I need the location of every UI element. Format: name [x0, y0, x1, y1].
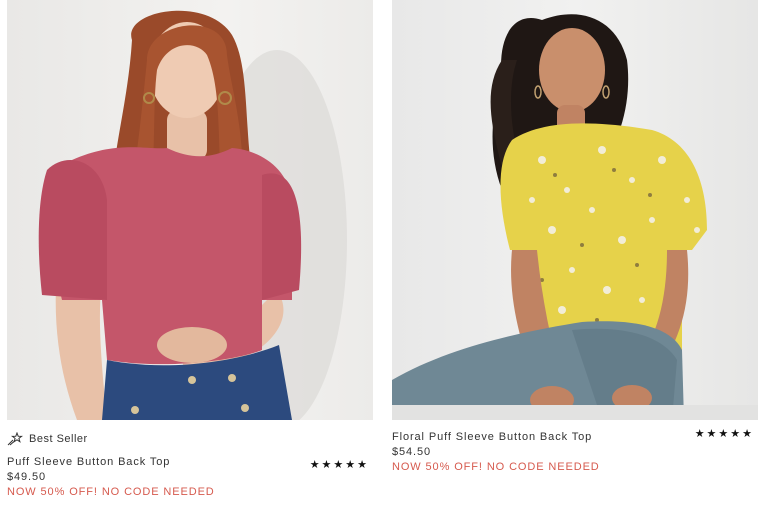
- promo-text: NOW 50% OFF! NO CODE NEEDED: [7, 486, 215, 498]
- product-title[interactable]: Puff Sleeve Button Back Top: [7, 456, 170, 468]
- product-card[interactable]: Floral Puff Sleeve Button Back Top ★★★★★…: [392, 0, 758, 473]
- product-price: $54.50: [392, 446, 432, 458]
- promo-text: NOW 50% OFF! NO CODE NEEDED: [392, 461, 600, 473]
- product-photo-illustration: [38, 10, 347, 420]
- product-card[interactable]: Best Seller Puff Sleeve Button Back Top …: [7, 0, 373, 498]
- shooting-star-icon: [7, 432, 23, 446]
- best-seller-label: Best Seller: [29, 433, 88, 445]
- best-seller-badge: Best Seller: [7, 432, 88, 446]
- product-price: $49.50: [7, 471, 47, 483]
- product-title[interactable]: Floral Puff Sleeve Button Back Top: [392, 431, 592, 443]
- star-rating[interactable]: ★★★★★: [695, 427, 754, 440]
- product-photo-illustration: [392, 14, 758, 420]
- product-image[interactable]: [392, 0, 758, 420]
- product-image[interactable]: [7, 0, 373, 420]
- star-rating[interactable]: ★★★★★: [310, 458, 369, 471]
